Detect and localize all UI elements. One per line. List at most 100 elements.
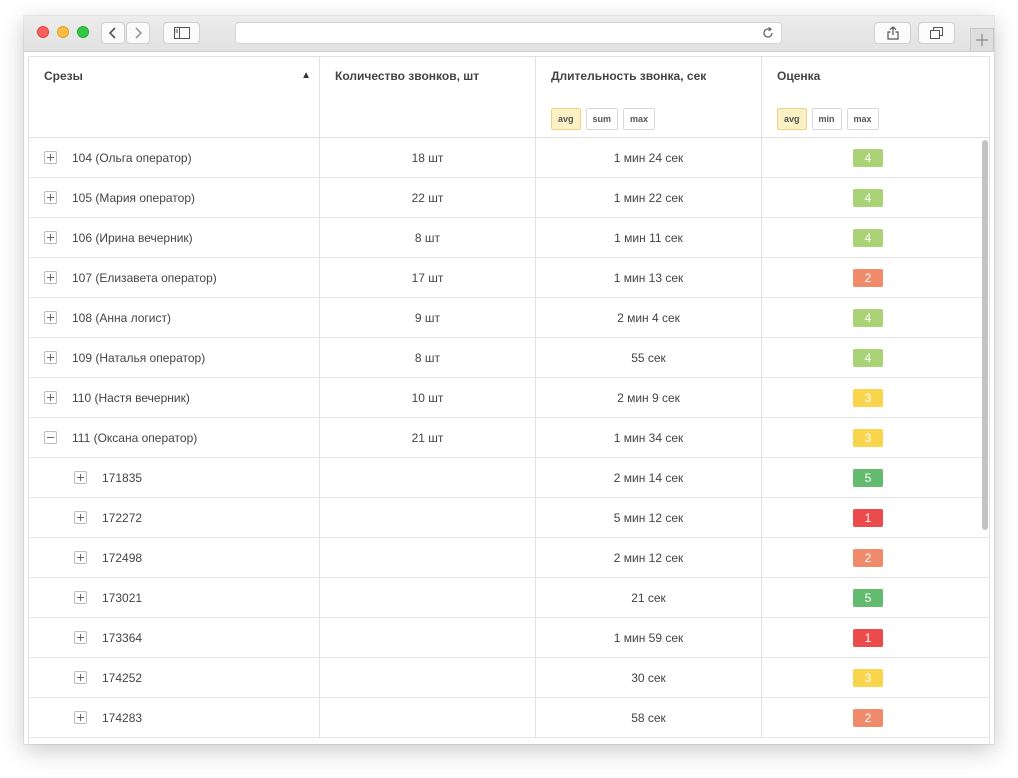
reload-icon[interactable] bbox=[761, 26, 775, 40]
expand-icon[interactable] bbox=[74, 511, 87, 524]
table-row[interactable]: 104 (Ольга оператор) 18 шт 1 мин 24 сек 4 bbox=[29, 138, 989, 178]
table-row[interactable]: 174283 58 сек 2 bbox=[29, 698, 989, 738]
slice-label: 172498 bbox=[102, 550, 143, 565]
grade-cell: 4 bbox=[762, 298, 989, 337]
slice-label: 104 (Ольга оператор) bbox=[72, 150, 192, 165]
aggregation-chip-avg[interactable]: avg bbox=[777, 108, 807, 130]
slice-cell: 110 (Настя вечерник) bbox=[29, 378, 320, 417]
slice-cell: 172272 bbox=[29, 498, 320, 537]
slice-cell: 107 (Елизавета оператор) bbox=[29, 258, 320, 297]
aggregation-chip-min[interactable]: min bbox=[811, 108, 842, 130]
slice-label: 110 (Настя вечерник) bbox=[72, 390, 190, 405]
aggregation-chip-sum[interactable]: sum bbox=[585, 108, 619, 130]
sidebar-toggle-button[interactable] bbox=[163, 22, 200, 44]
grade-cell: 5 bbox=[762, 578, 989, 617]
expand-icon[interactable] bbox=[74, 671, 87, 684]
call-duration-cell: 1 мин 22 сек bbox=[536, 178, 762, 217]
aggregation-chip-max[interactable]: max bbox=[846, 108, 879, 130]
call-duration-cell: 5 мин 12 сек bbox=[536, 498, 762, 537]
table-row[interactable]: 106 (Ирина вечерник) 8 шт 1 мин 11 сек 4 bbox=[29, 218, 989, 258]
slice-label: 105 (Мария оператор) bbox=[72, 190, 195, 205]
zoom-window-button[interactable] bbox=[77, 26, 89, 38]
call-duration-cell: 2 мин 4 сек bbox=[536, 298, 762, 337]
call-count-cell bbox=[320, 458, 536, 497]
call-count-cell bbox=[320, 618, 536, 657]
table-row[interactable]: 172498 2 мин 12 сек 2 bbox=[29, 538, 989, 578]
table-header: Срезы ▲ Количество звонков, шт Длительно… bbox=[29, 57, 989, 138]
call-count-cell: 8 шт bbox=[320, 218, 536, 257]
plus-icon bbox=[976, 34, 988, 46]
tabs-overview-button[interactable] bbox=[918, 22, 955, 44]
table-row[interactable]: 108 (Анна логист) 9 шт 2 мин 4 сек 4 bbox=[29, 298, 989, 338]
expand-icon[interactable] bbox=[74, 471, 87, 484]
column-header-grade[interactable]: Оценка avg min max bbox=[762, 57, 989, 137]
column-header-label: Оценка bbox=[777, 69, 821, 83]
aggregation-chip-avg[interactable]: avg bbox=[551, 108, 581, 130]
expand-icon[interactable] bbox=[44, 151, 57, 164]
expand-icon[interactable] bbox=[44, 391, 57, 404]
collapse-icon[interactable] bbox=[44, 431, 57, 444]
expand-icon[interactable] bbox=[44, 271, 57, 284]
call-duration-cell: 2 мин 12 сек bbox=[536, 538, 762, 577]
grade-badge: 4 bbox=[853, 188, 883, 207]
expand-icon[interactable] bbox=[74, 711, 87, 724]
aggregation-chip-max[interactable]: max bbox=[623, 108, 656, 130]
minimize-window-button[interactable] bbox=[57, 26, 69, 38]
share-button[interactable] bbox=[874, 22, 911, 44]
column-header-call-count[interactable]: Количество звонков, шт bbox=[320, 57, 536, 137]
table-row[interactable]: 171835 2 мин 14 сек 5 bbox=[29, 458, 989, 498]
table-row[interactable]: 111 (Оксана оператор) 21 шт 1 мин 34 сек 3 bbox=[29, 418, 989, 458]
close-window-button[interactable] bbox=[37, 26, 49, 38]
slice-cell: 174283 bbox=[29, 698, 320, 737]
slice-cell: 104 (Ольга оператор) bbox=[29, 138, 320, 177]
aggregation-chips: avg min max bbox=[777, 108, 879, 130]
column-header-label: Срезы bbox=[44, 69, 83, 83]
sort-ascending-icon[interactable]: ▲ bbox=[301, 70, 311, 81]
expand-icon[interactable] bbox=[44, 351, 57, 364]
slice-cell: 105 (Мария оператор) bbox=[29, 178, 320, 217]
forward-button[interactable] bbox=[126, 22, 150, 44]
grade-cell: 4 bbox=[762, 138, 989, 177]
grade-cell: 4 bbox=[762, 178, 989, 217]
new-tab-button[interactable] bbox=[970, 28, 994, 51]
grade-badge: 4 bbox=[853, 148, 883, 167]
table-row[interactable]: 107 (Елизавета оператор) 17 шт 1 мин 13 се… bbox=[29, 258, 989, 298]
expand-icon[interactable] bbox=[74, 551, 87, 564]
back-button[interactable] bbox=[101, 22, 125, 44]
grade-cell: 1 bbox=[762, 498, 989, 537]
slice-cell: 111 (Оксана оператор) bbox=[29, 418, 320, 457]
grade-badge: 2 bbox=[853, 268, 883, 287]
expand-icon[interactable] bbox=[44, 191, 57, 204]
table-row[interactable]: 105 (Мария оператор) 22 шт 1 мин 22 сек 4 bbox=[29, 178, 989, 218]
sidebar-icon bbox=[173, 27, 190, 39]
table-row[interactable]: 110 (Настя вечерник) 10 шт 2 мин 9 сек 3 bbox=[29, 378, 989, 418]
table-row[interactable]: 173364 1 мин 59 сек 1 bbox=[29, 618, 989, 658]
vertical-scrollbar[interactable] bbox=[982, 140, 988, 530]
grade-badge: 5 bbox=[853, 588, 883, 607]
slice-cell: 108 (Анна логист) bbox=[29, 298, 320, 337]
table-row[interactable]: 174252 30 сек 3 bbox=[29, 658, 989, 698]
expand-icon[interactable] bbox=[44, 311, 57, 324]
slice-cell: 174252 bbox=[29, 658, 320, 697]
table-row[interactable]: 172272 5 мин 12 сек 1 bbox=[29, 498, 989, 538]
call-duration-cell: 2 мин 9 сек bbox=[536, 378, 762, 417]
slice-cell: 173021 bbox=[29, 578, 320, 617]
call-count-cell bbox=[320, 538, 536, 577]
address-bar[interactable] bbox=[235, 22, 782, 44]
chevron-left-icon bbox=[108, 27, 116, 39]
expand-icon[interactable] bbox=[74, 631, 87, 644]
table-row[interactable]: 173021 21 сек 5 bbox=[29, 578, 989, 618]
grade-cell: 3 bbox=[762, 658, 989, 697]
call-count-cell: 18 шт bbox=[320, 138, 536, 177]
slice-label: 174283 bbox=[102, 710, 143, 725]
grade-badge: 3 bbox=[853, 388, 883, 407]
table-row[interactable]: 109 (Наталья оператор) 8 шт 55 сек 4 bbox=[29, 338, 989, 378]
grade-cell: 3 bbox=[762, 378, 989, 417]
expand-icon[interactable] bbox=[44, 231, 57, 244]
expand-icon[interactable] bbox=[74, 591, 87, 604]
column-header-slices[interactable]: Срезы ▲ bbox=[29, 57, 320, 137]
call-duration-cell: 1 мин 59 сек bbox=[536, 618, 762, 657]
browser-window: Срезы ▲ Количество звонков, шт Длительно… bbox=[24, 16, 994, 744]
column-header-call-duration[interactable]: Длительность звонка, сек avg sum max bbox=[536, 57, 762, 137]
slice-cell: 109 (Наталья оператор) bbox=[29, 338, 320, 377]
